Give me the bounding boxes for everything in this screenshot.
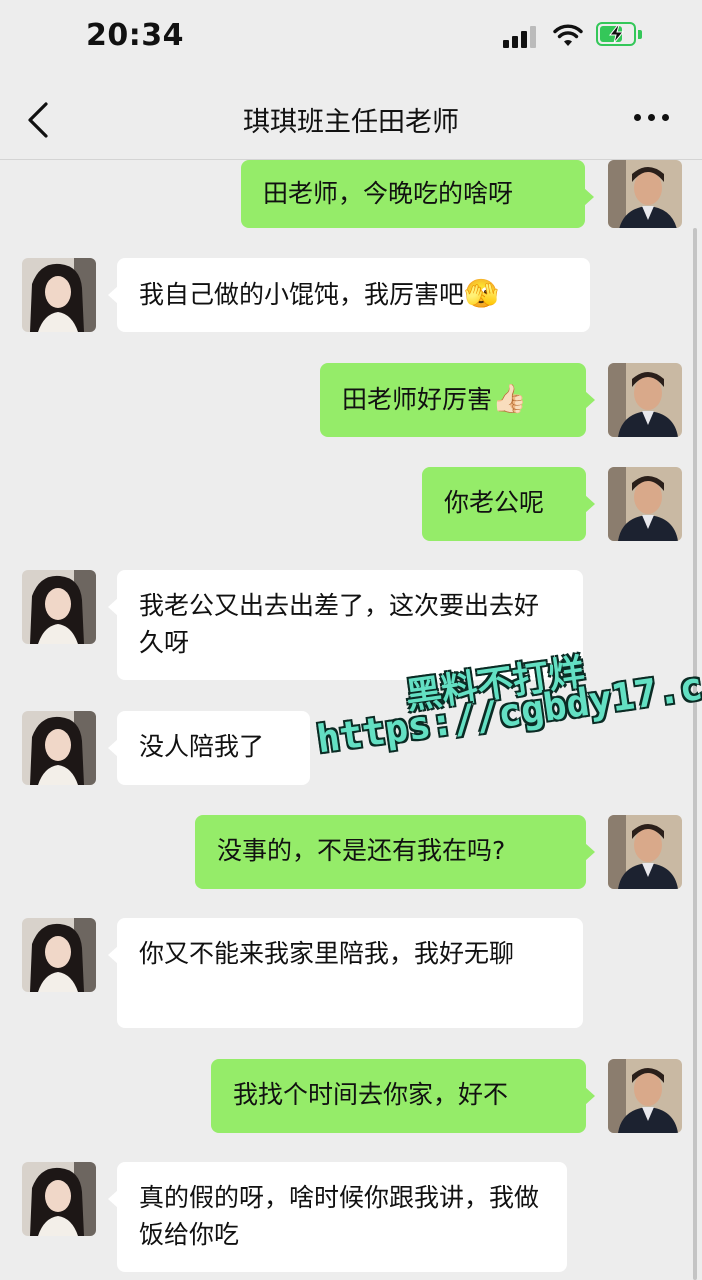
message-bubble-incoming[interactable]: 真的假的呀，啥时候你跟我讲，我做饭给你吃 (108, 1162, 567, 1272)
avatar-teacher[interactable] (608, 160, 682, 228)
message-bubble-outgoing[interactable]: 你老公呢 (422, 467, 595, 541)
message-text: 没人陪我了 (139, 732, 265, 761)
avatar-contact[interactable] (22, 570, 96, 644)
message-bubble-outgoing[interactable]: 没事的，不是还有我在吗? (195, 815, 595, 889)
message-text: 真的假的呀，啥时候你跟我讲，我做饭给你吃 (139, 1183, 540, 1249)
message-text: 你又不能来我家里陪我，我好无聊 (139, 939, 515, 968)
avatar-contact[interactable] (22, 1162, 96, 1236)
message-text: 田老师好厉害 (342, 385, 493, 414)
avatar-contact[interactable] (22, 918, 96, 992)
status-time: 20:34 (86, 18, 184, 53)
message-bubble-incoming[interactable]: 你又不能来我家里陪我，我好无聊 (108, 918, 583, 1028)
message-bubble-outgoing[interactable]: 田老师，今晚吃的啥呀 (241, 160, 594, 228)
cellular-signal-icon (503, 26, 537, 48)
message-text: 没事的，不是还有我在吗? (217, 836, 506, 865)
battery-cap (638, 30, 642, 39)
message-text: 田老师，今晚吃的啥呀 (263, 179, 514, 208)
message-bubble-incoming[interactable]: 没人陪我了 (108, 711, 310, 785)
chat-header: 琪琪班主任田老师 (0, 78, 702, 160)
message-text: 我老公又出去出差了，这次要出去好久呀 (139, 591, 540, 657)
message-bubble-outgoing[interactable]: 田老师好厉害👍🏻 (320, 363, 595, 437)
thumbs-up-emoji-icon: 👍🏻 (492, 382, 527, 415)
battery-charging-icon (596, 22, 636, 46)
avatar-contact[interactable] (22, 711, 96, 785)
status-bar: 20:34 (0, 0, 702, 78)
avatar-teacher[interactable] (608, 363, 682, 437)
message-bubble-incoming[interactable]: 我自己做的小馄饨，我厉害吧🫣 (108, 258, 590, 332)
wifi-icon (553, 24, 583, 46)
avatar-contact[interactable] (22, 258, 96, 332)
peeking-emoji-icon: 🫣 (464, 277, 499, 310)
avatar-teacher[interactable] (608, 815, 682, 889)
message-text: 我找个时间去你家，好不 (233, 1080, 509, 1109)
message-text: 我自己做的小馄饨，我厉害吧 (139, 280, 465, 309)
chat-title: 琪琪班主任田老师 (243, 107, 459, 138)
message-text: 你老公呢 (444, 488, 545, 517)
avatar-teacher[interactable] (608, 467, 682, 541)
more-dots-icon[interactable] (632, 110, 672, 126)
chat-scrollbar[interactable] (693, 228, 697, 1280)
avatar-teacher[interactable] (608, 1059, 682, 1133)
message-bubble-outgoing[interactable]: 我找个时间去你家，好不 (211, 1059, 595, 1133)
message-list[interactable]: 田老师，今晚吃的啥呀 我自己做的小馄饨，我厉害吧🫣 田老师好厉害👍🏻 你老公呢 … (0, 160, 702, 1280)
message-bubble-incoming[interactable]: 我老公又出去出差了，这次要出去好久呀 (108, 570, 583, 680)
